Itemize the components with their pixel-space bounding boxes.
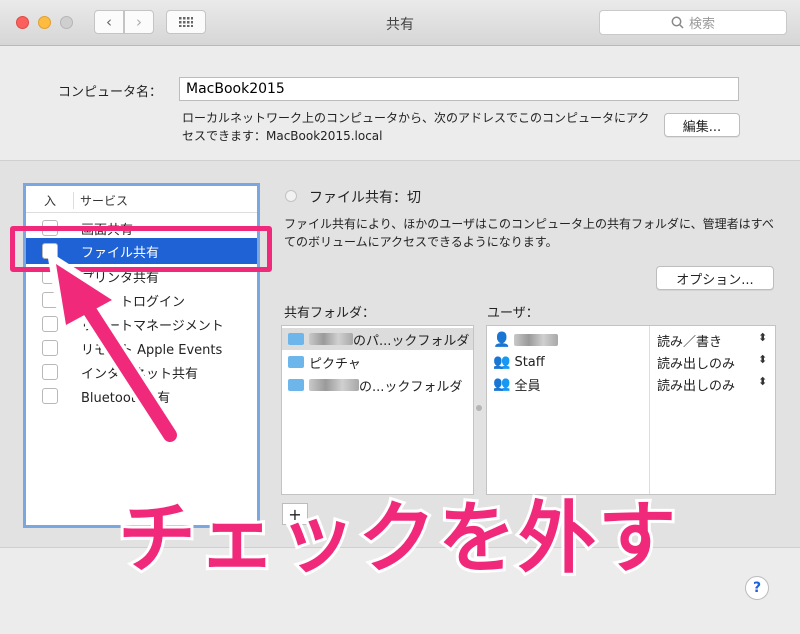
annotation-text: チェックを外す [115,491,679,587]
help-button[interactable]: ? [745,576,769,600]
